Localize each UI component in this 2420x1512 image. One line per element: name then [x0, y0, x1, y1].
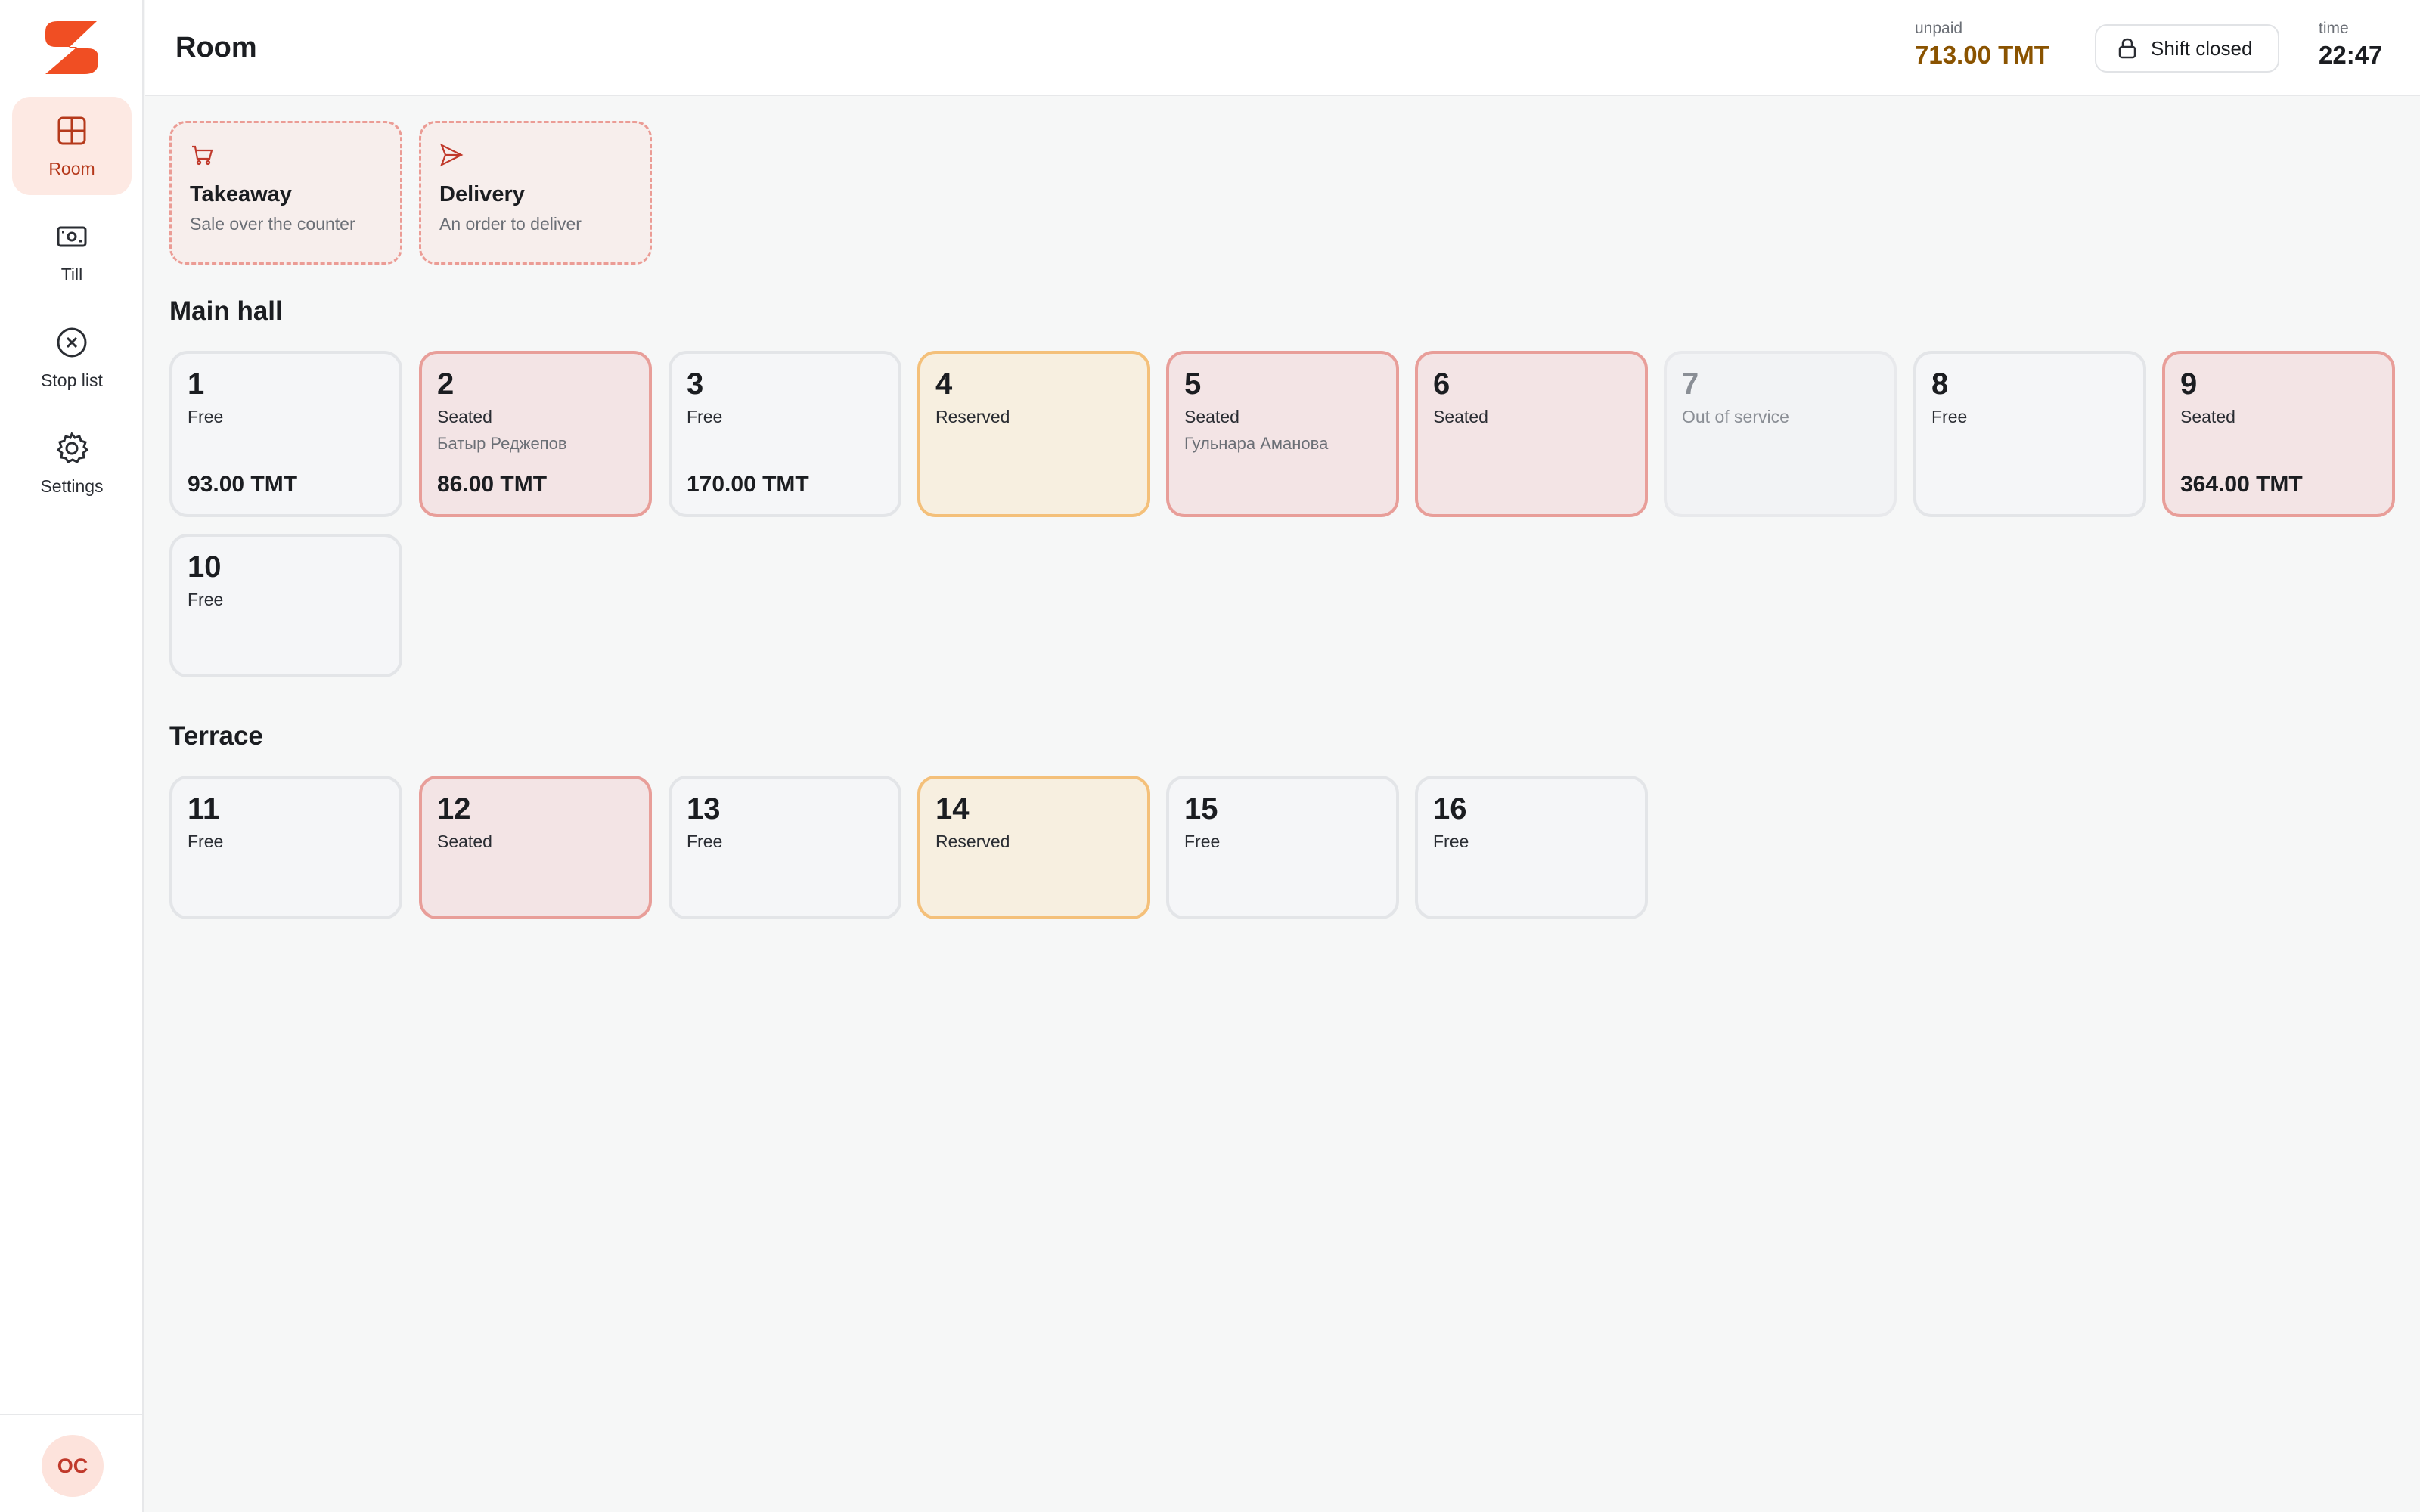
page-title: Room — [175, 32, 257, 64]
sidebar-item-room[interactable]: Room — [12, 97, 132, 195]
table-number: 5 — [1184, 367, 1202, 401]
table-number: 11 — [188, 792, 220, 826]
table-card[interactable]: 9 Seated 364.00 TMT — [2162, 351, 2395, 517]
takeaway-subtitle: Sale over the counter — [190, 214, 355, 234]
table-card[interactable]: 3 Free 170.00 TMT — [669, 351, 901, 517]
table-status: Free — [188, 832, 224, 851]
table-card[interactable]: 6 Seated — [1415, 351, 1648, 517]
top-header: Room unpaid 713.00 TMT Shift closed time… — [145, 0, 2420, 96]
table-number: 14 — [935, 792, 970, 826]
table-status: Free — [188, 590, 224, 609]
takeaway-title: Takeaway — [190, 182, 292, 206]
table-amount: 86.00 TMT — [437, 472, 548, 497]
unpaid-summary: unpaid 713.00 TMT — [1915, 20, 2049, 70]
table-number: 4 — [935, 367, 953, 401]
table-status: Seated — [2180, 407, 2235, 426]
table-amount: 93.00 TMT — [188, 472, 298, 497]
table-number: 10 — [188, 550, 222, 584]
sidebar-item-settings[interactable]: Settings — [12, 414, 132, 513]
table-card[interactable]: 10 Free — [169, 534, 402, 677]
table-status: Free — [687, 407, 723, 426]
table-status: Seated — [437, 832, 492, 851]
table-number: 16 — [1433, 792, 1467, 826]
shift-status-label: Shift closed — [2151, 36, 2253, 60]
brand-logo-icon — [45, 21, 98, 74]
unpaid-value: 713.00 TMT — [1915, 41, 2049, 69]
sidebar-item-label: Stop list — [41, 370, 103, 390]
app-root: Room Till Stop list Settings OC Room unp… — [0, 0, 2420, 1512]
table-status: Seated — [1184, 407, 1239, 426]
gear-icon — [56, 431, 89, 463]
grid-icon — [57, 116, 86, 144]
shift-status-button[interactable]: Shift closed — [2095, 24, 2279, 73]
send-icon — [439, 143, 464, 167]
time-label: time — [2319, 20, 2349, 37]
table-card[interactable]: 15 Free — [1166, 776, 1399, 919]
unpaid-label: unpaid — [1915, 20, 1963, 37]
table-card[interactable]: 2 Seated Батыр Реджепов 86.00 TMT — [419, 351, 652, 517]
table-card[interactable]: 1 Free 93.00 TMT — [169, 351, 402, 517]
time-value: 22:47 — [2319, 41, 2383, 69]
table-number: 13 — [687, 792, 721, 826]
table-status: Seated — [1433, 407, 1488, 426]
table-amount: 364.00 TMT — [2180, 472, 2303, 497]
table-number: 8 — [1931, 367, 1949, 401]
table-number: 7 — [1682, 367, 1699, 401]
sidebar-item-stop-list[interactable]: Stop list — [12, 308, 132, 407]
table-status: Free — [1931, 407, 1968, 426]
table-status: Free — [687, 832, 723, 851]
delivery-subtitle: An order to deliver — [439, 214, 582, 234]
table-status: Free — [1433, 832, 1469, 851]
table-number: 6 — [1433, 367, 1450, 401]
table-amount: 170.00 TMT — [687, 472, 809, 497]
sidebar: Room Till Stop list Settings OC — [0, 0, 144, 1512]
avatar[interactable]: OC — [42, 1435, 104, 1497]
table-card[interactable]: 13 Free — [669, 776, 901, 919]
cash-register-icon — [57, 226, 87, 246]
cart-icon — [192, 145, 213, 166]
table-number: 2 — [437, 367, 455, 401]
table-guest: Батыр Реджепов — [437, 434, 567, 453]
table-guest: Гульнара Аманова — [1184, 434, 1329, 453]
table-number: 3 — [687, 367, 704, 401]
table-card[interactable]: 14 Reserved — [917, 776, 1150, 919]
table-card[interactable]: 5 Seated Гульнара Аманова — [1166, 351, 1399, 517]
sidebar-item-label: Settings — [40, 476, 104, 496]
table-card[interactable]: 8 Free — [1913, 351, 2146, 517]
table-card[interactable]: 11 Free — [169, 776, 402, 919]
table-card[interactable]: 16 Free — [1415, 776, 1648, 919]
table-status: Free — [1184, 832, 1221, 851]
table-number: 1 — [188, 367, 205, 401]
clock: time 22:47 — [2319, 20, 2382, 70]
table-number: 15 — [1184, 792, 1218, 826]
sidebar-item-label: Till — [60, 264, 83, 284]
delivery-title: Delivery — [439, 182, 525, 206]
delivery-card[interactable]: Delivery An order to deliver — [419, 121, 652, 265]
table-status: Free — [188, 407, 224, 426]
takeaway-card[interactable]: Takeaway Sale over the counter — [169, 121, 402, 265]
table-card[interactable]: 12 Seated — [419, 776, 652, 919]
table-status: Reserved — [935, 407, 1010, 426]
table-number: 12 — [437, 792, 471, 826]
table-card[interactable]: 4 Reserved — [917, 351, 1150, 517]
lock-icon — [2118, 38, 2136, 59]
table-status: Out of service — [1682, 407, 1789, 426]
table-status: Seated — [437, 407, 492, 426]
section-title-terrace: Terrace — [169, 721, 263, 751]
table-status: Reserved — [935, 832, 1010, 851]
table-number: 9 — [2180, 367, 2198, 401]
sidebar-footer: OC — [0, 1414, 144, 1512]
sidebar-item-label: Room — [48, 158, 95, 178]
circle-x-icon — [57, 327, 87, 357]
table-card: 7 Out of service — [1664, 351, 1897, 517]
section-title-main-hall: Main hall — [169, 296, 283, 326]
sidebar-item-till[interactable]: Till — [12, 203, 132, 301]
